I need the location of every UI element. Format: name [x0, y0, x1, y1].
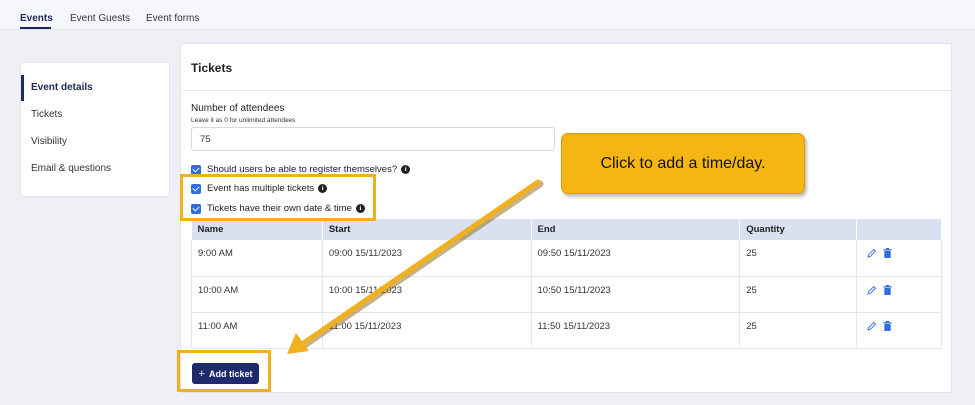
tab-event-guests[interactable]: Event Guests	[70, 13, 130, 24]
settings-sidebar: Event details Tickets Visibility Email &…	[20, 62, 170, 197]
ticket-name: 9:00 AM	[191, 240, 323, 277]
column-header-start: Start	[322, 219, 532, 240]
divider	[181, 90, 951, 91]
ticket-end: 11:50 15/11/2023	[531, 312, 741, 349]
ticket-name: 10:00 AM	[191, 276, 323, 313]
info-icon: i	[401, 165, 411, 174]
row-actions	[856, 240, 942, 277]
callout-tooltip: Click to add a time/day.	[561, 133, 805, 194]
column-header-quantity: Quantity	[739, 219, 858, 240]
sidebar-item-event-details[interactable]: Event details	[21, 75, 169, 101]
column-header-name: Name	[191, 219, 323, 240]
table-row: 11:00 AM 11:00 15/11/2023 11:50 15/11/20…	[191, 312, 942, 349]
highlight-box-checkboxes	[180, 174, 376, 221]
ticket-end: 10:50 15/11/2023	[531, 276, 741, 313]
ticket-quantity: 25	[739, 312, 858, 349]
pencil-icon[interactable]	[867, 285, 877, 298]
sidebar-item-email-questions[interactable]: Email & questions	[21, 156, 169, 182]
column-header-end: End	[531, 219, 741, 240]
checkbox-checked-icon[interactable]	[191, 164, 201, 175]
pencil-icon[interactable]	[867, 248, 877, 261]
table-header-row: Name Start End Quantity	[191, 219, 942, 240]
callout-text: Click to add a time/day.	[600, 154, 766, 172]
card-title: Tickets	[191, 61, 233, 75]
tab-events[interactable]: Events	[20, 13, 53, 24]
ticket-name: 11:00 AM	[191, 312, 323, 349]
row-actions	[856, 276, 942, 313]
active-tab-indicator	[20, 27, 51, 29]
ticket-start: 10:00 15/11/2023	[322, 276, 532, 313]
highlight-box-add-ticket	[177, 350, 271, 392]
pencil-icon[interactable]	[867, 321, 877, 334]
attendees-hint: Leave it as 0 for unlimited attendees	[191, 117, 296, 124]
column-header-actions	[856, 219, 942, 240]
tab-event-forms[interactable]: Event forms	[146, 13, 199, 24]
attendees-label: Number of attendees	[191, 103, 285, 114]
ticket-end: 09:50 15/11/2023	[531, 240, 741, 277]
tickets-table: Name Start End Quantity 9:00 AM 09:00 15…	[191, 219, 942, 349]
ticket-start: 09:00 15/11/2023	[322, 240, 532, 277]
table-row: 9:00 AM 09:00 15/11/2023 09:50 15/11/202…	[191, 240, 942, 277]
trash-icon[interactable]	[883, 320, 892, 334]
table-row: 10:00 AM 10:00 15/11/2023 10:50 15/11/20…	[191, 276, 942, 313]
trash-icon[interactable]	[883, 248, 892, 261]
attendees-input[interactable]	[191, 127, 555, 151]
sidebar-item-visibility[interactable]: Visibility	[21, 129, 169, 155]
ticket-quantity: 25	[739, 240, 858, 277]
row-actions	[856, 312, 942, 349]
ticket-start: 11:00 15/11/2023	[322, 312, 532, 349]
sidebar-item-tickets[interactable]: Tickets	[21, 102, 169, 128]
trash-icon[interactable]	[883, 284, 892, 298]
top-tab-bar: Events Event Guests Event forms	[0, 0, 975, 30]
ticket-quantity: 25	[739, 276, 858, 313]
